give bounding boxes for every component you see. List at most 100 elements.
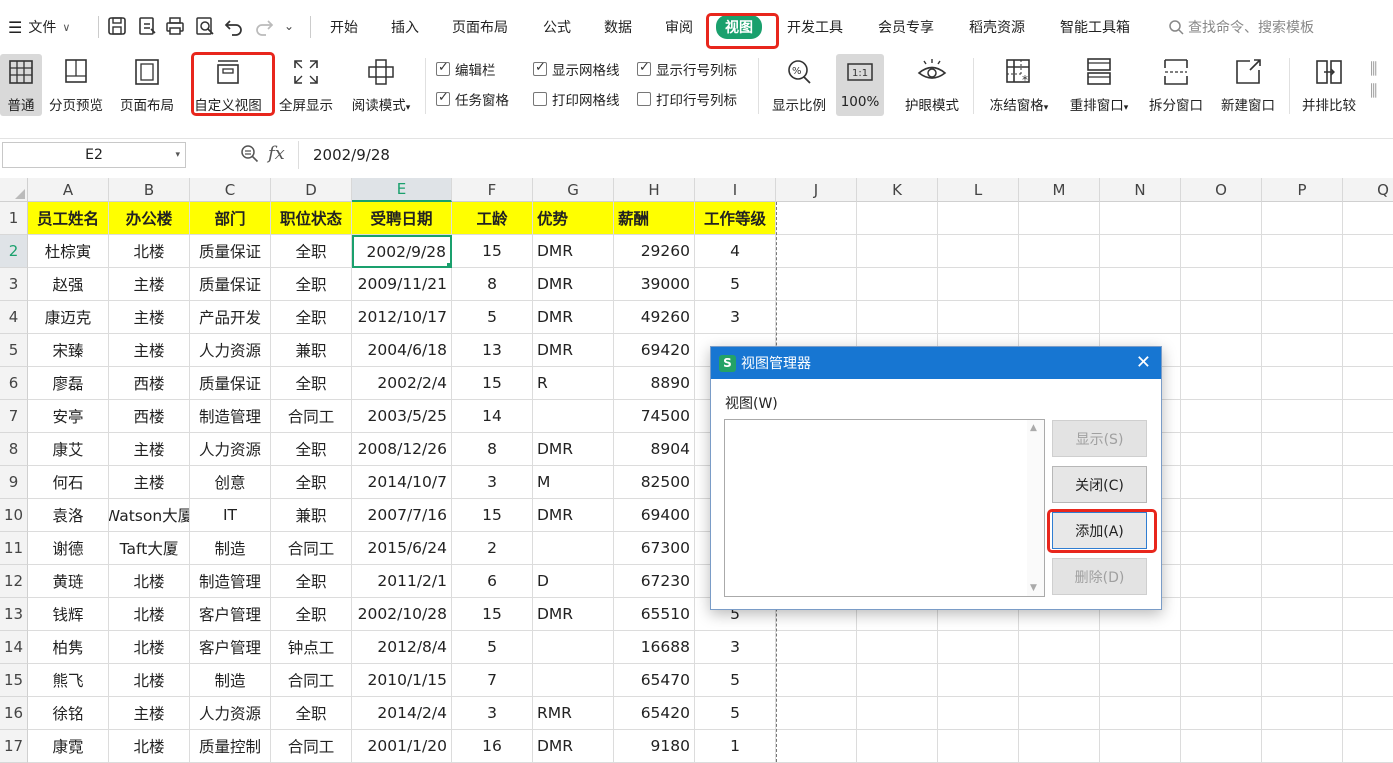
cell-P6[interactable]: [1262, 367, 1343, 400]
cell-Q7[interactable]: [1343, 400, 1393, 433]
row-header-6[interactable]: 6: [0, 367, 28, 400]
cell-G2[interactable]: DMR: [533, 235, 614, 268]
cell-F6[interactable]: 15: [452, 367, 533, 400]
cell-E8[interactable]: 2008/12/26: [352, 433, 452, 466]
cell-O15[interactable]: [1181, 664, 1262, 697]
cell-G4[interactable]: DMR: [533, 301, 614, 334]
cell-G1[interactable]: 优势: [533, 202, 614, 235]
cell-Q16[interactable]: [1343, 697, 1393, 730]
cell-D5[interactable]: 兼职: [271, 334, 352, 367]
cell-B16[interactable]: 主楼: [109, 697, 190, 730]
cell-G17[interactable]: DMR: [533, 730, 614, 763]
formula-input[interactable]: 2002/9/28: [298, 141, 1393, 169]
cell-C8[interactable]: 人力资源: [190, 433, 271, 466]
cell-C5[interactable]: 人力资源: [190, 334, 271, 367]
cell-C2[interactable]: 质量保证: [190, 235, 271, 268]
split-window-button[interactable]: 拆分窗口: [1143, 54, 1209, 116]
freeze-panes-button[interactable]: * 冻结窗格▾: [982, 54, 1056, 116]
cell-B9[interactable]: 主楼: [109, 466, 190, 499]
cell-H15[interactable]: 65470: [614, 664, 695, 697]
cell-E14[interactable]: 2012/8/4: [352, 631, 452, 664]
tab-toolbox[interactable]: 智能工具箱: [1060, 17, 1130, 37]
cell-A16[interactable]: 徐铭: [28, 697, 109, 730]
cell-L16[interactable]: [938, 697, 1019, 730]
full-screen-button[interactable]: 全屏显示: [275, 54, 337, 116]
cell-B6[interactable]: 西楼: [109, 367, 190, 400]
cell-H12[interactable]: 67230: [614, 565, 695, 598]
close-icon[interactable]: ✕: [1136, 352, 1151, 373]
column-header-N[interactable]: N: [1100, 178, 1181, 202]
cell-B10[interactable]: Watson大厦: [109, 499, 190, 532]
cell-K17[interactable]: [857, 730, 938, 763]
cell-D2[interactable]: 全职: [271, 235, 352, 268]
cell-A4[interactable]: 康迈克: [28, 301, 109, 334]
cell-O12[interactable]: [1181, 565, 1262, 598]
checkbox-show-gridlines[interactable]: 显示网格线: [533, 59, 620, 79]
row-header-1[interactable]: 1: [0, 202, 28, 235]
cell-L1[interactable]: [938, 202, 1019, 235]
cell-F8[interactable]: 8: [452, 433, 533, 466]
cell-P3[interactable]: [1262, 268, 1343, 301]
cell-F13[interactable]: 15: [452, 598, 533, 631]
cell-F14[interactable]: 5: [452, 631, 533, 664]
cell-F5[interactable]: 13: [452, 334, 533, 367]
cell-Q1[interactable]: [1343, 202, 1393, 235]
cell-G11[interactable]: [533, 532, 614, 565]
cell-P9[interactable]: [1262, 466, 1343, 499]
cell-E15[interactable]: 2010/1/15: [352, 664, 452, 697]
cell-Q13[interactable]: [1343, 598, 1393, 631]
tab-page-layout[interactable]: 页面布局: [452, 17, 508, 37]
cell-P4[interactable]: [1262, 301, 1343, 334]
column-header-A[interactable]: A: [28, 178, 109, 202]
cell-H10[interactable]: 69400: [614, 499, 695, 532]
cell-L2[interactable]: [938, 235, 1019, 268]
cell-C7[interactable]: 制造管理: [190, 400, 271, 433]
cell-H3[interactable]: 39000: [614, 268, 695, 301]
checkbox-print-gridlines[interactable]: 打印网格线: [533, 89, 620, 109]
cell-D14[interactable]: 钟点工: [271, 631, 352, 664]
cell-Q11[interactable]: [1343, 532, 1393, 565]
cell-O11[interactable]: [1181, 532, 1262, 565]
cell-Q6[interactable]: [1343, 367, 1393, 400]
cell-A11[interactable]: 谢德: [28, 532, 109, 565]
cell-E1[interactable]: 受聘日期: [352, 202, 452, 235]
column-header-G[interactable]: G: [533, 178, 614, 202]
cell-C1[interactable]: 部门: [190, 202, 271, 235]
eye-protection-button[interactable]: 护眼模式: [898, 54, 966, 116]
cell-I4[interactable]: 3: [695, 301, 776, 334]
cell-N2[interactable]: [1100, 235, 1181, 268]
cell-A5[interactable]: 宋臻: [28, 334, 109, 367]
row-header-5[interactable]: 5: [0, 334, 28, 367]
cell-Q14[interactable]: [1343, 631, 1393, 664]
cell-F12[interactable]: 6: [452, 565, 533, 598]
cell-O10[interactable]: [1181, 499, 1262, 532]
cell-D12[interactable]: 全职: [271, 565, 352, 598]
zoom-formula-icon[interactable]: [240, 144, 260, 164]
cell-F17[interactable]: 16: [452, 730, 533, 763]
cell-E3[interactable]: 2009/11/21: [352, 268, 452, 301]
cell-B1[interactable]: 办公楼: [109, 202, 190, 235]
cell-P2[interactable]: [1262, 235, 1343, 268]
cell-F7[interactable]: 14: [452, 400, 533, 433]
cell-M3[interactable]: [1019, 268, 1100, 301]
column-header-O[interactable]: O: [1181, 178, 1262, 202]
cell-D6[interactable]: 全职: [271, 367, 352, 400]
cell-D7[interactable]: 合同工: [271, 400, 352, 433]
cell-N4[interactable]: [1100, 301, 1181, 334]
cell-D17[interactable]: 合同工: [271, 730, 352, 763]
cell-H17[interactable]: 9180: [614, 730, 695, 763]
cell-E4[interactable]: 2012/10/17: [352, 301, 452, 334]
cell-H14[interactable]: 16688: [614, 631, 695, 664]
cell-Q8[interactable]: [1343, 433, 1393, 466]
cell-O8[interactable]: [1181, 433, 1262, 466]
cell-P11[interactable]: [1262, 532, 1343, 565]
cell-K1[interactable]: [857, 202, 938, 235]
cell-Q4[interactable]: [1343, 301, 1393, 334]
cell-F4[interactable]: 5: [452, 301, 533, 334]
row-header-9[interactable]: 9: [0, 466, 28, 499]
cell-P8[interactable]: [1262, 433, 1343, 466]
cell-D1[interactable]: 职位状态: [271, 202, 352, 235]
cell-A3[interactable]: 赵强: [28, 268, 109, 301]
scroll-up-icon[interactable]: ▲: [1030, 423, 1037, 433]
cell-K16[interactable]: [857, 697, 938, 730]
